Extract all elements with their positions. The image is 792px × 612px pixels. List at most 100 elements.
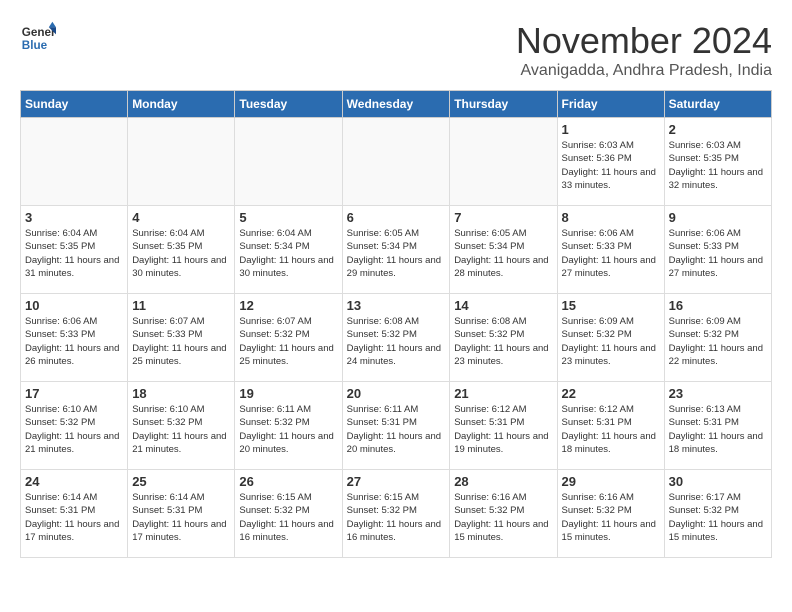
day-info: Sunrise: 6:16 AMSunset: 5:32 PMDaylight:… (454, 491, 552, 544)
calendar-cell: 20 Sunrise: 6:11 AMSunset: 5:31 PMDayligh… (342, 382, 450, 470)
calendar-week-5: 24 Sunrise: 6:14 AMSunset: 5:31 PMDayligh… (21, 470, 772, 558)
day-info: Sunrise: 6:11 AMSunset: 5:32 PMDaylight:… (239, 403, 337, 456)
day-info: Sunrise: 6:09 AMSunset: 5:32 PMDaylight:… (562, 315, 660, 368)
month-title: November 2024 (516, 20, 772, 62)
day-info: Sunrise: 6:15 AMSunset: 5:32 PMDaylight:… (239, 491, 337, 544)
calendar-cell (235, 118, 342, 206)
weekday-header-wednesday: Wednesday (342, 91, 450, 118)
calendar-cell: 21 Sunrise: 6:12 AMSunset: 5:31 PMDayligh… (450, 382, 557, 470)
calendar-cell: 29 Sunrise: 6:16 AMSunset: 5:32 PMDayligh… (557, 470, 664, 558)
day-info: Sunrise: 6:16 AMSunset: 5:32 PMDaylight:… (562, 491, 660, 544)
day-info: Sunrise: 6:15 AMSunset: 5:32 PMDaylight:… (347, 491, 446, 544)
day-number: 8 (562, 210, 660, 225)
calendar-cell: 18 Sunrise: 6:10 AMSunset: 5:32 PMDayligh… (128, 382, 235, 470)
day-info: Sunrise: 6:06 AMSunset: 5:33 PMDaylight:… (562, 227, 660, 280)
day-number: 20 (347, 386, 446, 401)
day-number: 19 (239, 386, 337, 401)
day-info: Sunrise: 6:14 AMSunset: 5:31 PMDaylight:… (25, 491, 123, 544)
calendar-cell: 10Sunrise: 6:06 AMSunset: 5:33 PMDayligh… (21, 294, 128, 382)
calendar-week-1: 1 Sunrise: 6:03 AMSunset: 5:36 PMDaylight… (21, 118, 772, 206)
weekday-header-row: SundayMondayTuesdayWednesdayThursdayFrid… (21, 91, 772, 118)
calendar-cell: 19 Sunrise: 6:11 AMSunset: 5:32 PMDayligh… (235, 382, 342, 470)
day-number: 29 (562, 474, 660, 489)
day-info: Sunrise: 6:03 AMSunset: 5:36 PMDaylight:… (562, 139, 660, 192)
title-area: November 2024 Avanigadda, Andhra Pradesh… (516, 20, 772, 80)
calendar-cell (342, 118, 450, 206)
day-info: Sunrise: 6:03 AMSunset: 5:35 PMDaylight:… (669, 139, 767, 192)
day-info: Sunrise: 6:13 AMSunset: 5:31 PMDaylight:… (669, 403, 767, 456)
logo: General Blue (20, 20, 56, 56)
calendar-cell: 23 Sunrise: 6:13 AMSunset: 5:31 PMDayligh… (664, 382, 771, 470)
calendar-cell: 6 Sunrise: 6:05 AMSunset: 5:34 PMDaylight… (342, 206, 450, 294)
day-info: Sunrise: 6:06 AMSunset: 5:33 PMDaylight:… (669, 227, 767, 280)
day-number: 5 (239, 210, 337, 225)
day-info: Sunrise: 6:07 AMSunset: 5:33 PMDaylight:… (132, 315, 230, 368)
day-number: 22 (562, 386, 660, 401)
calendar-cell: 16Sunrise: 6:09 AMSunset: 5:32 PMDayligh… (664, 294, 771, 382)
weekday-header-thursday: Thursday (450, 91, 557, 118)
day-number: 27 (347, 474, 446, 489)
calendar-cell: 2 Sunrise: 6:03 AMSunset: 5:35 PMDaylight… (664, 118, 771, 206)
calendar-cell: 1 Sunrise: 6:03 AMSunset: 5:36 PMDaylight… (557, 118, 664, 206)
day-number: 28 (454, 474, 552, 489)
calendar-cell: 8 Sunrise: 6:06 AMSunset: 5:33 PMDaylight… (557, 206, 664, 294)
day-number: 2 (669, 122, 767, 137)
day-number: 14 (454, 298, 552, 313)
calendar-table: SundayMondayTuesdayWednesdayThursdayFrid… (20, 90, 772, 558)
day-info: Sunrise: 6:12 AMSunset: 5:31 PMDaylight:… (562, 403, 660, 456)
calendar-week-2: 3Sunrise: 6:04 AMSunset: 5:35 PMDaylight… (21, 206, 772, 294)
day-number: 21 (454, 386, 552, 401)
calendar-cell: 11Sunrise: 6:07 AMSunset: 5:33 PMDayligh… (128, 294, 235, 382)
calendar-cell (450, 118, 557, 206)
calendar-week-3: 10Sunrise: 6:06 AMSunset: 5:33 PMDayligh… (21, 294, 772, 382)
day-info: Sunrise: 6:11 AMSunset: 5:31 PMDaylight:… (347, 403, 446, 456)
day-info: Sunrise: 6:14 AMSunset: 5:31 PMDaylight:… (132, 491, 230, 544)
calendar-cell: 27 Sunrise: 6:15 AMSunset: 5:32 PMDayligh… (342, 470, 450, 558)
calendar-cell: 24 Sunrise: 6:14 AMSunset: 5:31 PMDayligh… (21, 470, 128, 558)
location-subtitle: Avanigadda, Andhra Pradesh, India (516, 62, 772, 80)
calendar-cell: 28 Sunrise: 6:16 AMSunset: 5:32 PMDayligh… (450, 470, 557, 558)
day-info: Sunrise: 6:04 AMSunset: 5:35 PMDaylight:… (25, 227, 123, 280)
weekday-header-monday: Monday (128, 91, 235, 118)
calendar-cell: 5Sunrise: 6:04 AMSunset: 5:34 PMDaylight… (235, 206, 342, 294)
calendar-cell (21, 118, 128, 206)
day-number: 12 (239, 298, 337, 313)
calendar-cell: 9 Sunrise: 6:06 AMSunset: 5:33 PMDaylight… (664, 206, 771, 294)
calendar-cell: 30Sunrise: 6:17 AMSunset: 5:32 PMDayligh… (664, 470, 771, 558)
day-number: 18 (132, 386, 230, 401)
day-info: Sunrise: 6:05 AMSunset: 5:34 PMDaylight:… (347, 227, 446, 280)
calendar-cell: 26 Sunrise: 6:15 AMSunset: 5:32 PMDayligh… (235, 470, 342, 558)
day-number: 6 (347, 210, 446, 225)
day-number: 1 (562, 122, 660, 137)
day-number: 17 (25, 386, 123, 401)
day-number: 4 (132, 210, 230, 225)
day-info: Sunrise: 6:05 AMSunset: 5:34 PMDaylight:… (454, 227, 552, 280)
calendar-cell: 22 Sunrise: 6:12 AMSunset: 5:31 PMDayligh… (557, 382, 664, 470)
day-info: Sunrise: 6:12 AMSunset: 5:31 PMDaylight:… (454, 403, 552, 456)
day-info: Sunrise: 6:07 AMSunset: 5:32 PMDaylight:… (239, 315, 337, 368)
day-number: 26 (239, 474, 337, 489)
day-number: 7 (454, 210, 552, 225)
weekday-header-friday: Friday (557, 91, 664, 118)
day-number: 10 (25, 298, 123, 313)
day-info: Sunrise: 6:10 AMSunset: 5:32 PMDaylight:… (132, 403, 230, 456)
day-number: 9 (669, 210, 767, 225)
weekday-header-saturday: Saturday (664, 91, 771, 118)
calendar-cell: 13 Sunrise: 6:08 AMSunset: 5:32 PMDayligh… (342, 294, 450, 382)
day-info: Sunrise: 6:04 AMSunset: 5:35 PMDaylight:… (132, 227, 230, 280)
day-number: 24 (25, 474, 123, 489)
day-number: 23 (669, 386, 767, 401)
calendar-week-4: 17 Sunrise: 6:10 AMSunset: 5:32 PMDayligh… (21, 382, 772, 470)
day-info: Sunrise: 6:17 AMSunset: 5:32 PMDaylight:… (669, 491, 767, 544)
day-info: Sunrise: 6:10 AMSunset: 5:32 PMDaylight:… (25, 403, 123, 456)
calendar-cell: 3Sunrise: 6:04 AMSunset: 5:35 PMDaylight… (21, 206, 128, 294)
logo-icon: General Blue (20, 20, 56, 56)
day-info: Sunrise: 6:08 AMSunset: 5:32 PMDaylight:… (347, 315, 446, 368)
weekday-header-sunday: Sunday (21, 91, 128, 118)
calendar-cell: 25Sunrise: 6:14 AMSunset: 5:31 PMDayligh… (128, 470, 235, 558)
svg-text:Blue: Blue (22, 39, 48, 52)
calendar-cell: 14 Sunrise: 6:08 AMSunset: 5:32 PMDayligh… (450, 294, 557, 382)
day-number: 13 (347, 298, 446, 313)
calendar-cell: 7 Sunrise: 6:05 AMSunset: 5:34 PMDaylight… (450, 206, 557, 294)
day-info: Sunrise: 6:08 AMSunset: 5:32 PMDaylight:… (454, 315, 552, 368)
